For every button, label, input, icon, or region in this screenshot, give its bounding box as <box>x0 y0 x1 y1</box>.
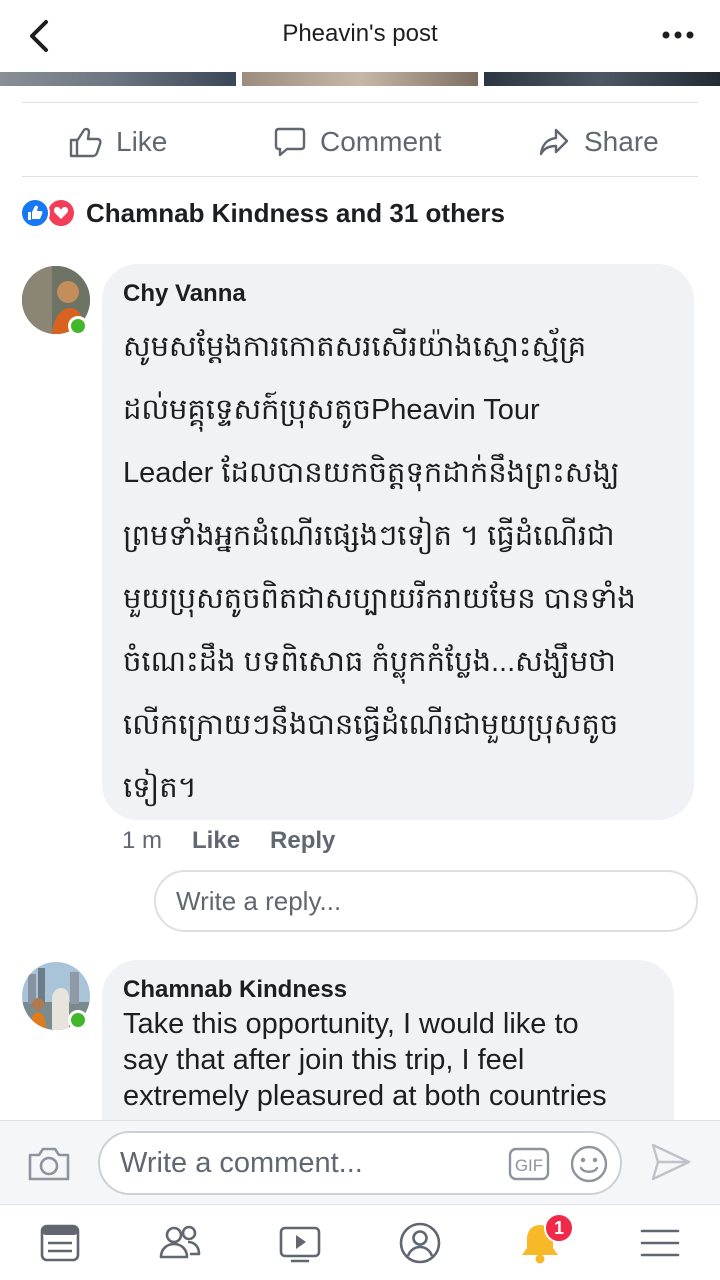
svg-text:GIF: GIF <box>515 1156 543 1175</box>
comment-line: extremely pleasured at both countries <box>123 1080 607 1112</box>
comment-line: សូមសម្ដែងការកោតសរសើរយ៉ាងស្មោះស្ម័គ្រ <box>123 331 587 363</box>
online-status-dot <box>68 316 88 336</box>
friends-icon <box>159 1225 201 1259</box>
comment-text: Take this opportunity, I would like to s… <box>123 1006 673 1114</box>
comment-reply-button[interactable]: Reply <box>270 827 335 855</box>
notification-badge: 1 <box>544 1213 574 1243</box>
online-status-dot <box>68 1010 88 1030</box>
comment-bubble-icon <box>274 127 306 157</box>
comment-text: សូមសម្ដែងការកោតសរសើរយ៉ាងស្មោះស្ម័គ្រ ដល់… <box>123 316 683 820</box>
smiley-icon <box>570 1145 608 1183</box>
nav-watch[interactable] <box>278 1221 322 1265</box>
divider <box>22 176 698 177</box>
share-label: Share <box>584 126 659 157</box>
post-action-bar: Like Comment Share <box>0 104 720 176</box>
reply-input[interactable]: Write a reply... <box>154 870 698 932</box>
thumbs-up-icon <box>69 127 102 158</box>
post-photo[interactable] <box>0 72 236 86</box>
top-bar: Pheavin's post <box>0 0 720 72</box>
divider <box>22 102 698 103</box>
comment-composer: Write a comment... GIF <box>0 1120 720 1204</box>
comment-line: Take this opportunity, I would like to <box>123 1008 579 1040</box>
send-arrow-icon <box>651 1143 691 1181</box>
nav-profile[interactable] <box>398 1221 442 1265</box>
comment-button[interactable]: Comment <box>274 122 441 162</box>
post-photo[interactable] <box>484 72 720 86</box>
love-reaction-icon <box>46 198 76 228</box>
news-feed-icon <box>40 1224 80 1262</box>
like-reaction-icon <box>20 198 50 228</box>
reactions-summary[interactable]: Chamnab Kindness and 31 others <box>20 196 505 230</box>
comment-author[interactable]: Chamnab Kindness <box>123 976 347 1004</box>
camera-button[interactable] <box>26 1141 72 1187</box>
nav-news-feed[interactable] <box>38 1221 82 1265</box>
nav-friends[interactable] <box>158 1221 202 1265</box>
profile-icon <box>399 1222 441 1264</box>
reactions-text: Chamnab Kindness and 31 others <box>86 197 505 228</box>
emoji-button[interactable] <box>568 1143 610 1185</box>
comment-line: មួយប្រុសតូចពិតជាសប្បាយរីករាយមែន បានទាំង <box>123 583 636 615</box>
gif-icon: GIF <box>508 1147 550 1181</box>
share-button[interactable]: Share <box>538 122 659 162</box>
comment-placeholder: Write a comment... <box>120 1147 363 1179</box>
comment-line: លើកក្រោយៗនឹងបានធ្វើដំណើរជាមួយប្រុសតូច <box>123 709 619 741</box>
share-arrow-icon <box>539 128 569 156</box>
comment-author[interactable]: Chy Vanna <box>123 280 246 308</box>
more-dots-icon <box>662 31 694 39</box>
comment-label: Comment <box>320 126 442 157</box>
watch-icon <box>279 1226 321 1263</box>
comment-line: ទៀត។ <box>123 772 197 804</box>
comment-line: say that after join this trip, I feel <box>123 1044 525 1076</box>
comment-line: Leader ដែលបានយកចិត្តទុកដាក់នឹងព្រះសង្ឃ <box>123 457 620 489</box>
send-button[interactable] <box>648 1139 694 1185</box>
like-button[interactable]: Like <box>68 122 167 162</box>
nav-menu[interactable] <box>638 1221 682 1265</box>
gif-button[interactable]: GIF <box>508 1147 550 1181</box>
comment-meta: 1 m Like Reply <box>122 826 365 856</box>
comment-line: ព្រមទាំងអ្នកដំណើរផ្សេងៗទៀត ។ ធ្វើដំណើរជា <box>123 520 615 552</box>
menu-icon <box>640 1229 680 1257</box>
comment-line: ចំណេះដឹង បទពិសោធ កំប្លុកកំប្លែង...សង្ឃឹម… <box>123 646 616 678</box>
reply-placeholder: Write a reply... <box>176 885 342 916</box>
post-photo[interactable] <box>242 72 478 86</box>
comment-like-button[interactable]: Like <box>192 827 240 855</box>
comment-timestamp: 1 m <box>122 827 163 854</box>
comment-input[interactable]: Write a comment... GIF <box>98 1131 622 1195</box>
comment-line: ដល់មគ្គុទ្ទេសក៍ប្រុសតូចPheavin Tour <box>123 394 540 426</box>
more-options-button[interactable] <box>658 20 698 50</box>
post-photos-edge[interactable] <box>0 72 720 86</box>
like-label: Like <box>116 126 168 157</box>
camera-icon <box>28 1147 70 1181</box>
page-title: Pheavin's post <box>282 20 438 47</box>
bottom-navigation: 1 <box>0 1204 720 1280</box>
